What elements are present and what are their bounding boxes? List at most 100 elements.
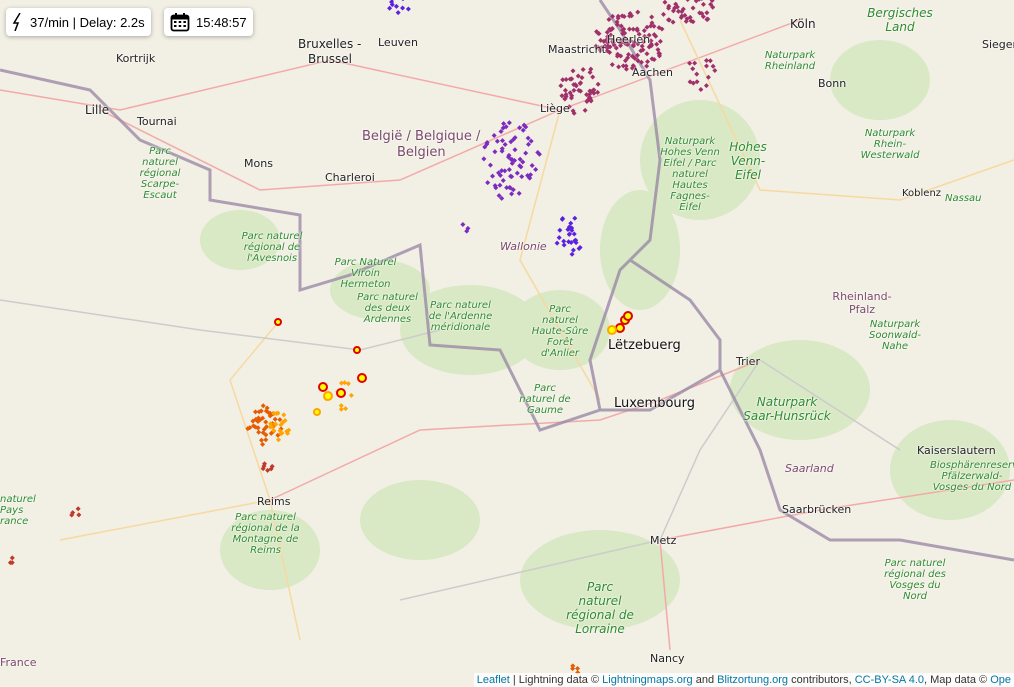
strike-marker	[654, 41, 660, 47]
strike-marker	[393, 3, 399, 9]
map-canvas[interactable]	[0, 0, 1014, 687]
label-france: France	[0, 656, 37, 669]
strike-marker	[609, 62, 615, 68]
strike-marker	[580, 67, 586, 73]
strike-marker	[512, 147, 518, 153]
strike-marker	[506, 167, 512, 173]
osm-link[interactable]: Ope	[990, 674, 1011, 686]
strike-marker	[260, 403, 266, 409]
recent-strike-marker	[323, 391, 333, 401]
strike-marker	[405, 6, 411, 12]
strike-marker	[533, 167, 539, 173]
label-kaiserslautern: Kaiserslautern	[917, 444, 996, 457]
leaflet-link[interactable]: Leaflet	[477, 674, 510, 686]
label-siegen: Siegen	[982, 38, 1014, 51]
strike-marker	[387, 5, 393, 11]
label-lille: Lille	[85, 103, 110, 117]
strike-marker	[338, 406, 344, 412]
label-pnr-lorraine: Parc naturel régional de Lorraine	[566, 580, 634, 636]
label-liege: Liège	[540, 102, 570, 115]
blitzortung-link[interactable]: Blitzortung.org	[717, 674, 788, 686]
label-mons: Mons	[244, 157, 273, 170]
strike-marker	[616, 64, 622, 70]
label-koblenz: Koblenz	[902, 188, 942, 199]
strike-marker	[635, 9, 641, 15]
strike-rate-text: 37/min | Delay: 2.2s	[30, 14, 145, 30]
label-hohes-venn: Hohes Venn-Eifel	[729, 140, 767, 182]
strike-marker	[582, 107, 588, 113]
label-pn-haute-sure: Parc naturel Haute-Sûre Forêt d'Anlier	[531, 304, 589, 359]
label-pnr-vosges: Parc naturel régional des Vosges du Nord	[884, 558, 946, 602]
strike-marker	[494, 138, 500, 144]
strike-marker	[704, 16, 710, 22]
label-np-rhein-westerwald: Naturpark Rhein-Westerwald	[860, 128, 920, 161]
strike-marker	[554, 240, 560, 246]
label-bonn: Bonn	[818, 77, 847, 90]
label-belgie: België / Belgique /	[362, 129, 481, 144]
strike-marker	[690, 66, 696, 72]
strike-marker	[694, 71, 700, 77]
label-pn-ardenne-meridionale: Parc naturel de l'Ardenne méridionale	[428, 300, 493, 333]
strike-marker	[570, 247, 576, 253]
label-np-soonwald: Naturpark Soonwald-Nahe	[869, 319, 921, 352]
label-tournai: Tournai	[137, 115, 177, 128]
strike-marker	[657, 38, 663, 44]
strike-marker	[529, 163, 535, 169]
license-link[interactable]: CC-BY-SA 4.0	[855, 674, 924, 686]
strike-marker	[395, 10, 401, 16]
strike-marker	[263, 419, 269, 425]
recent-strike-marker	[353, 346, 361, 354]
label-bruxelles: Bruxelles -	[298, 37, 362, 51]
strike-marker	[562, 87, 568, 93]
strike-marker	[490, 173, 496, 179]
strike-marker	[649, 14, 655, 20]
strike-marker	[348, 392, 354, 398]
strike-marker	[517, 125, 523, 131]
lightning-icon	[12, 13, 21, 31]
strike-marker	[644, 51, 650, 57]
strike-marker	[500, 178, 506, 184]
attr-mapdata: , Map data ©	[924, 674, 991, 686]
strike-marker	[569, 251, 575, 257]
strike-marker	[502, 168, 508, 174]
strike-marker	[514, 170, 520, 176]
strike-marker	[704, 10, 710, 16]
strike-marker	[276, 437, 282, 443]
label-pn-gaume: Parc naturel de Gaume	[519, 383, 571, 416]
label-wallonie: Wallonie	[500, 240, 547, 253]
label-saarland: Saarland	[785, 462, 834, 475]
strike-marker	[703, 83, 709, 89]
label-koln: Köln	[790, 17, 816, 31]
strike-marker	[400, 5, 406, 11]
strike-marker	[258, 437, 264, 443]
strike-marker	[281, 412, 287, 418]
strike-marker	[75, 506, 81, 512]
attr-contributors: contributors,	[788, 674, 855, 686]
calendar-icon	[170, 13, 190, 32]
strike-marker	[561, 242, 567, 248]
label-nassau: Nassau	[945, 193, 982, 204]
strike-marker	[710, 63, 716, 69]
label-letzebuerg: Lëtzebuerg	[608, 338, 681, 353]
strike-marker	[645, 59, 651, 65]
attribution: Leaflet | Lightning data © Lightningmaps…	[473, 673, 1014, 687]
strike-marker	[623, 66, 629, 72]
label-aachen: Aachen	[632, 66, 674, 79]
recent-strike-marker	[623, 311, 633, 321]
label-charleroi: Charleroi	[325, 171, 375, 184]
strike-marker	[703, 57, 709, 63]
strike-marker	[9, 555, 15, 561]
strike-marker	[506, 120, 512, 126]
label-pnr-scarpe: Parc naturel régional Scarpe-Escaut	[139, 146, 181, 201]
attr-and: and	[692, 674, 718, 686]
time-control[interactable]: 15:48:57	[164, 8, 253, 36]
lightningmaps-link[interactable]: Lightningmaps.org	[602, 674, 693, 686]
strike-marker	[345, 381, 351, 387]
strike-marker	[256, 429, 262, 435]
strike-rate-control[interactable]: 37/min | Delay: 2.2s	[6, 8, 151, 36]
label-leuven: Leuven	[378, 36, 418, 49]
strike-marker	[339, 380, 345, 386]
strike-marker	[712, 67, 718, 73]
label-biosphere: Biosphärenreservat Pfälzerwald-Vosges du…	[930, 460, 1014, 493]
recent-strike-marker	[318, 382, 328, 392]
